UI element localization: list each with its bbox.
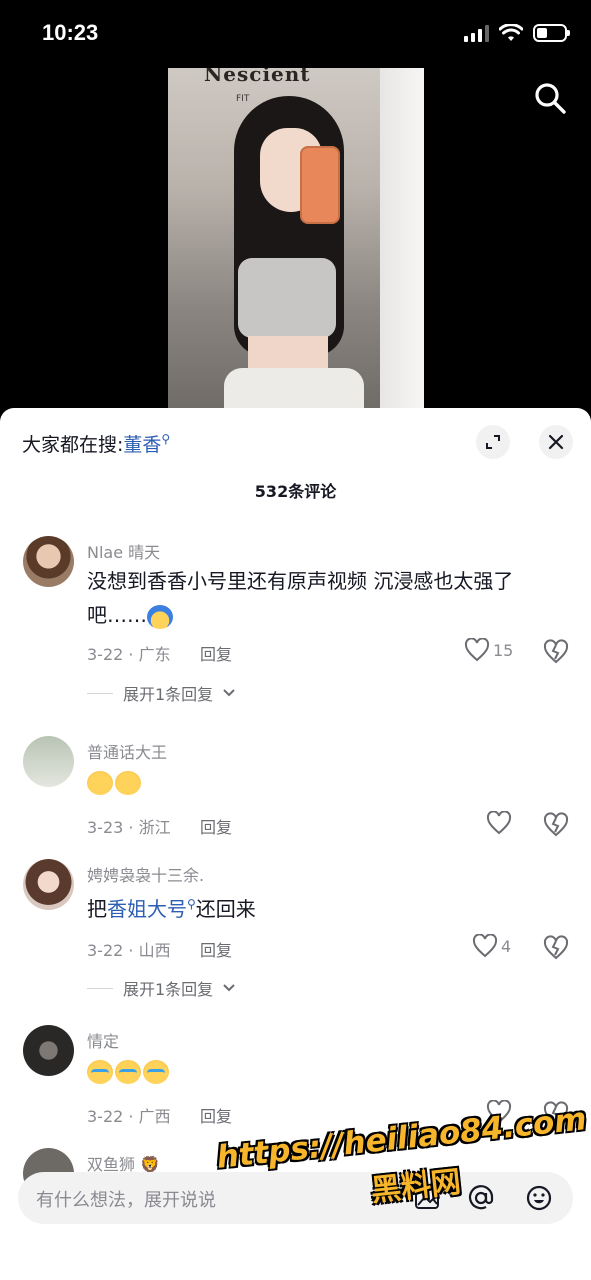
comment-username[interactable]: Nlae 晴天 — [87, 539, 160, 563]
heart-icon — [486, 1100, 512, 1124]
comment-username[interactable]: 普通话大王 — [87, 739, 167, 763]
comment-input[interactable]: 有什么想法，展开说说 — [36, 1186, 216, 1212]
avatar[interactable] — [23, 736, 74, 787]
status-bar: 10:23 — [0, 0, 591, 70]
search-small-icon: ⚲ — [161, 432, 171, 446]
heart-icon — [486, 811, 512, 835]
crying-emoji-icon — [115, 1059, 141, 1084]
reply-button[interactable]: 回复 — [200, 1103, 232, 1127]
comment-text — [87, 1053, 557, 1087]
comment-date-location: 3-22 · 山西 — [87, 941, 171, 960]
comment-text: 没想到香香小号里还有原声视频 沉浸感也太强了吧…… — [87, 569, 514, 629]
wifi-icon — [499, 24, 523, 41]
reply-button[interactable]: 回复 — [200, 814, 232, 838]
comment-sheet: 大家都在搜:董香⚲ 532条评论 Nlae 晴天 没想到香香小号里还有原声视频 … — [0, 408, 591, 1280]
store-sign: Nescient — [204, 68, 311, 86]
chevron-down-icon — [223, 689, 235, 697]
expand-replies-button[interactable]: 展开1条回复 — [87, 681, 235, 705]
like-count: 15 — [493, 640, 514, 660]
dislike-heart-icon[interactable] — [543, 639, 569, 665]
expand-replies-button[interactable]: 展开1条回复 — [87, 976, 235, 1000]
store-sign-sub: FIT — [236, 94, 250, 104]
comment-text: 把香姐大号⚲还回来 — [87, 897, 256, 921]
chevron-down-icon — [223, 984, 235, 992]
like-button[interactable] — [486, 811, 512, 835]
status-time: 10:23 — [42, 20, 99, 45]
comment-date-location: 3-22 · 广西 — [87, 1107, 171, 1126]
search-icon[interactable] — [532, 80, 568, 116]
suggest-label: 大家都在搜: — [22, 434, 124, 456]
close-icon — [548, 434, 564, 450]
reply-button[interactable]: 回复 — [200, 937, 232, 961]
comment-date-location: 3-22 · 广东 — [87, 645, 171, 664]
phone-prop — [300, 146, 340, 224]
video-preview[interactable]: Nescient FIT — [168, 68, 424, 413]
battery-icon — [533, 24, 570, 42]
search-suggestion[interactable]: 大家都在搜:董香⚲ — [22, 430, 170, 457]
mention-icon[interactable] — [466, 1183, 496, 1213]
crying-emoji-icon — [143, 1059, 169, 1084]
reply-button[interactable]: 回复 — [200, 641, 232, 665]
close-button[interactable] — [539, 425, 573, 459]
laughing-crying-emoji-icon — [87, 770, 113, 795]
cellular-signal-icon — [464, 24, 489, 42]
laughing-crying-emoji-icon — [115, 770, 141, 795]
like-count: 4 — [501, 936, 512, 956]
heart-icon — [464, 638, 490, 662]
comment-count: 532条评论 — [254, 482, 337, 501]
comment-text — [87, 764, 557, 798]
suggest-keyword[interactable]: 董香 — [123, 434, 161, 456]
comment-username[interactable]: 娉娉袅袅十三余. — [87, 862, 204, 886]
dislike-heart-icon[interactable] — [543, 1101, 569, 1127]
search-small-icon: ⚲ — [187, 897, 196, 911]
avatar[interactable] — [23, 1025, 74, 1076]
like-button[interactable] — [486, 1100, 512, 1124]
avatar[interactable] — [23, 859, 74, 910]
heart-icon — [472, 934, 498, 958]
avatar[interactable] — [23, 536, 74, 587]
expand-button[interactable] — [476, 425, 510, 459]
comment-keyword-link[interactable]: 香姐大号 — [107, 897, 187, 921]
comment-date-location: 3-23 · 浙江 — [87, 818, 171, 837]
dislike-heart-icon[interactable] — [543, 812, 569, 838]
like-button[interactable]: 15 — [464, 638, 513, 662]
status-icons — [464, 24, 570, 42]
cold-sweat-emoji-icon — [147, 604, 173, 629]
image-icon[interactable] — [412, 1183, 442, 1213]
comment-username[interactable]: 情定 — [87, 1028, 119, 1052]
like-button[interactable]: 4 — [472, 934, 511, 958]
emoji-icon[interactable] — [524, 1183, 554, 1213]
expand-icon — [486, 435, 500, 449]
crying-emoji-icon — [87, 1059, 113, 1084]
comment-input-bar[interactable]: 有什么想法，展开说说 — [18, 1172, 573, 1224]
dislike-heart-icon[interactable] — [543, 935, 569, 961]
